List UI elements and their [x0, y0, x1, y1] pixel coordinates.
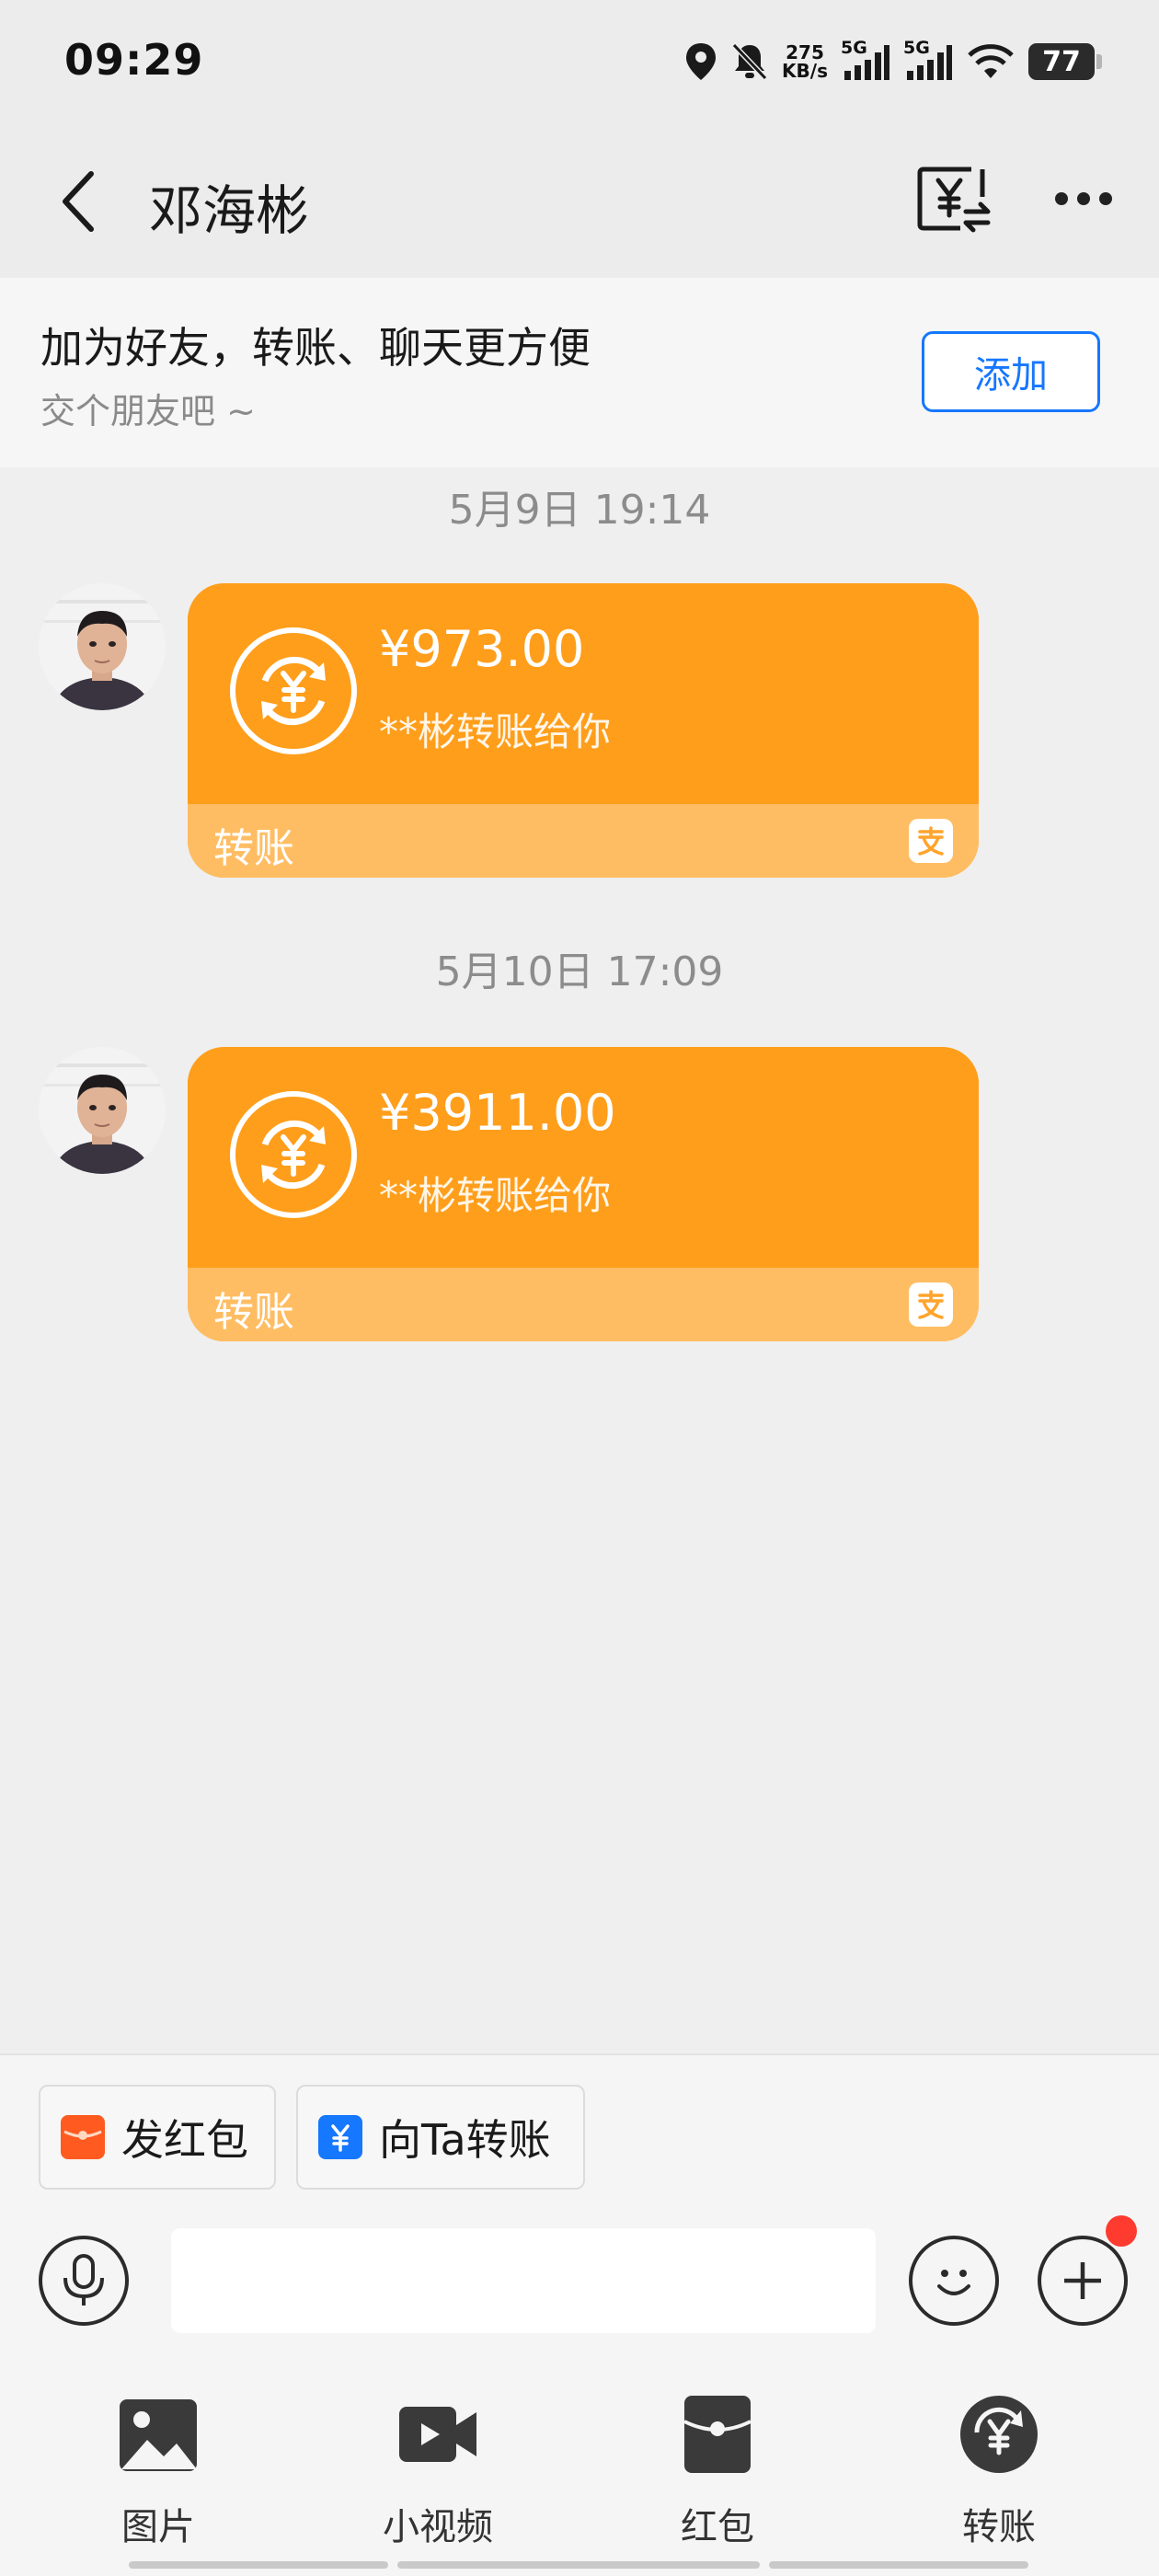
- tool-transfer[interactable]: 转账: [907, 2392, 1091, 2548]
- more-button[interactable]: [1049, 171, 1119, 226]
- transfer-card-body: ¥3911.00 **彬转账给你: [188, 1047, 979, 1268]
- send-red-packet-label: 发红包: [121, 2115, 248, 2165]
- network-speed-unit: KB/s: [782, 60, 828, 82]
- alipay-icon: [909, 1282, 953, 1327]
- page-indicator: [769, 2561, 1028, 2569]
- red-packet-icon: [683, 2396, 752, 2473]
- notification-dot: [1106, 2215, 1137, 2247]
- signal-bars-icon: [907, 45, 952, 80]
- transfer-card-footer: 转账: [188, 1268, 979, 1341]
- status-icons: 275 KB/s 5G 5G 77: [684, 37, 1102, 86]
- transfer-icon: [960, 2396, 1038, 2473]
- tool-video[interactable]: 小视频: [346, 2392, 530, 2548]
- transfer-description: **彬转账给你: [379, 1173, 612, 1218]
- send-red-packet-button[interactable]: 发红包: [39, 2085, 276, 2190]
- voice-button[interactable]: [39, 2236, 129, 2326]
- transfer-to-ta-button[interactable]: 向Ta转账: [296, 2085, 585, 2190]
- transfer-amount: ¥973.00: [379, 620, 585, 678]
- transfer-amount: ¥3911.00: [379, 1084, 616, 1142]
- transfer-card-footer: 转账: [188, 804, 979, 878]
- location-icon: [686, 43, 717, 80]
- avatar[interactable]: [39, 1047, 166, 1174]
- message-timestamp: 5月9日 19:14: [448, 487, 711, 534]
- signal-1: 5G: [841, 38, 890, 82]
- transfer-received-icon: [230, 1091, 357, 1218]
- more-dot: [1099, 192, 1112, 205]
- more-actions-button[interactable]: [1038, 2236, 1128, 2326]
- bell-muted-icon: [731, 42, 768, 81]
- signal-bars-icon: [844, 45, 889, 80]
- wifi-icon: [968, 44, 1014, 78]
- smiley-icon: [937, 2270, 970, 2295]
- message-input[interactable]: [171, 2228, 876, 2333]
- more-dot: [1055, 192, 1068, 205]
- transfer-label: 转账: [213, 1289, 294, 1336]
- red-packet-icon: [61, 2115, 105, 2159]
- network-speed-value: 275: [786, 41, 824, 63]
- avatar-photo: [39, 1047, 166, 1174]
- battery-indicator: 77: [1028, 43, 1102, 80]
- microphone-icon: [63, 2254, 104, 2306]
- tool-video-label: 小视频: [383, 2506, 493, 2548]
- status-bar: 09:29 275 KB/s 5G 5G 77: [0, 0, 1159, 125]
- transfer-ticket-icon: [318, 2115, 362, 2159]
- avatar-photo: [39, 583, 166, 710]
- transfer-card-body: ¥973.00 **彬转账给你: [188, 583, 979, 804]
- message-timestamp: 5月10日 17:09: [435, 949, 724, 995]
- chat-header: 邓海彬: [0, 125, 1159, 278]
- add-friend-subtitle: 交个朋友吧 ~: [40, 391, 256, 431]
- image-icon: [120, 2399, 197, 2471]
- back-button[interactable]: [46, 160, 110, 243]
- avatar[interactable]: [39, 583, 166, 710]
- transfer-description: **彬转账给你: [379, 709, 612, 754]
- video-icon: [399, 2407, 476, 2462]
- alipay-icon: [909, 819, 953, 863]
- chevron-left-icon: [63, 171, 94, 232]
- status-time: 09:29: [64, 35, 204, 85]
- transfer-received-icon: [230, 627, 357, 754]
- transfer-record-button[interactable]: [916, 160, 993, 237]
- transfer-to-ta-label: 向Ta转账: [379, 2115, 551, 2165]
- tool-red-packet[interactable]: 红包: [625, 2392, 809, 2548]
- more-dot: [1077, 192, 1090, 205]
- emoji-button[interactable]: [909, 2236, 999, 2326]
- tool-image-label: 图片: [121, 2506, 195, 2548]
- transfer-label: 转账: [213, 825, 294, 872]
- page-title: 邓海彬: [149, 179, 310, 242]
- network-speed: 275 KB/s: [782, 43, 828, 80]
- tool-red-packet-label: 红包: [681, 2506, 754, 2548]
- add-friend-banner: 加为好友，转账、聊天更方便 交个朋友吧 ~ 添加: [0, 278, 1159, 467]
- add-friend-title: 加为好友，转账、聊天更方便: [40, 323, 591, 373]
- page-indicator: [129, 2561, 388, 2569]
- page-indicator: [397, 2561, 760, 2569]
- transfer-card[interactable]: ¥3911.00 **彬转账给你 转账: [188, 1047, 979, 1341]
- tool-image[interactable]: 图片: [66, 2392, 250, 2548]
- plus-icon: [1064, 2262, 1101, 2299]
- signal-2: 5G: [903, 38, 953, 82]
- add-friend-button[interactable]: 添加: [922, 331, 1100, 412]
- tool-transfer-label: 转账: [962, 2506, 1036, 2548]
- yuan-exchange-icon: [917, 167, 991, 233]
- transfer-card[interactable]: ¥973.00 **彬转账给你 转账: [188, 583, 979, 878]
